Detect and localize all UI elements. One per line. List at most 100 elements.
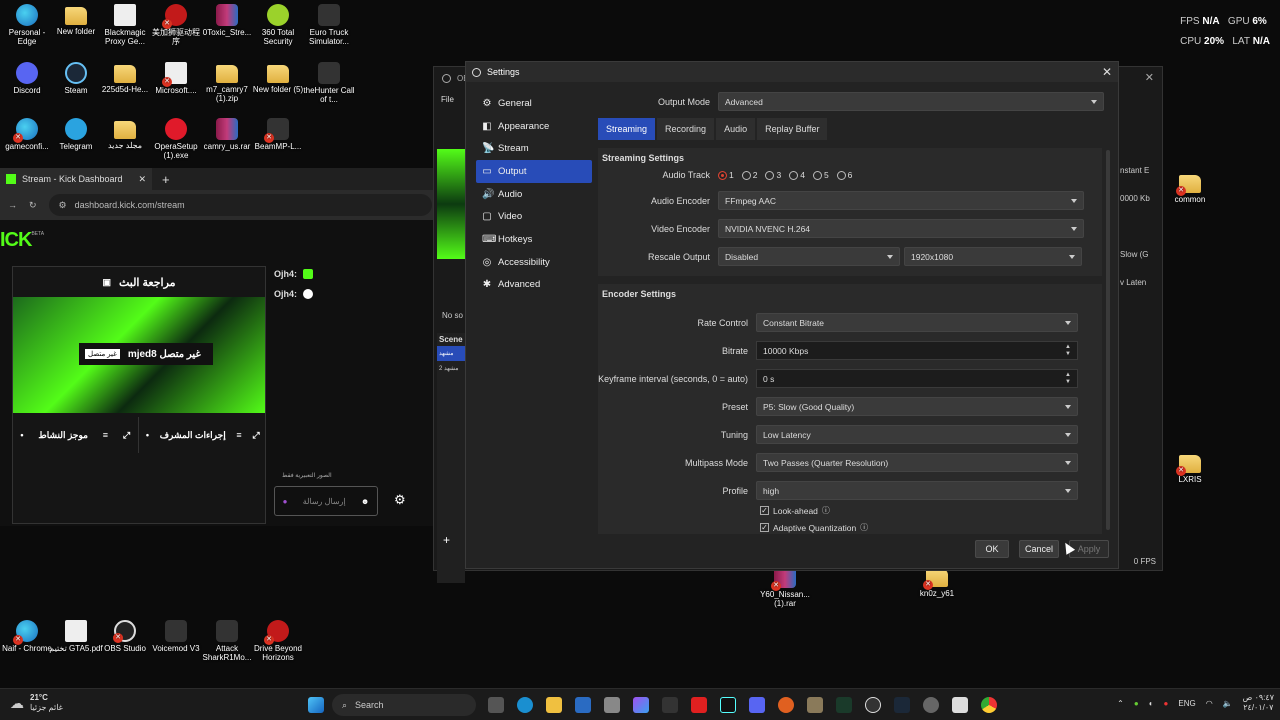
tiktok-icon[interactable]	[720, 697, 736, 713]
video-encoder-select[interactable]: NVIDIA NVENC H.264	[718, 219, 1084, 238]
tab-audio[interactable]: Audio	[716, 118, 756, 140]
copilot-icon[interactable]	[633, 697, 649, 713]
reload-icon[interactable]: ↻	[29, 200, 37, 211]
tray-app-icon[interactable]: ◐	[1149, 699, 1154, 708]
tuning-select[interactable]: Low Latency	[756, 425, 1078, 444]
desktop-icon[interactable]: camry_us.rar	[200, 118, 254, 151]
activity-feed-panel[interactable]: • موجز النشاط ≡ ⤢	[13, 417, 139, 453]
task-view-icon[interactable]	[488, 697, 504, 713]
edge-icon[interactable]	[517, 697, 533, 713]
emoji-icon[interactable]: ☻	[361, 497, 369, 506]
desktop-icon[interactable]: Drive Beyond Horizons	[251, 620, 305, 662]
desktop-icon[interactable]: OBS Studio	[98, 620, 152, 653]
profile-select[interactable]: high	[756, 481, 1078, 500]
settings-nav-audio[interactable]: 🔊 Audio	[476, 183, 592, 206]
lookahead-checkbox[interactable]: ✓ Look-ahead ⓘ	[760, 505, 830, 516]
desktop-icon[interactable]: New folder	[49, 4, 103, 36]
obs-icon[interactable]	[865, 697, 881, 713]
desktop-icon[interactable]: New folder (5)	[251, 62, 305, 94]
spin-arrows-icon[interactable]: ▲ ▼	[1065, 372, 1071, 386]
bitrate-spinbox[interactable]: 10000 Kbps ▲ ▼	[756, 341, 1078, 360]
checkbox-checked-icon[interactable]: ✓	[760, 523, 769, 532]
store-icon[interactable]	[575, 697, 591, 713]
add-scene-button[interactable]: +	[443, 533, 450, 547]
youtube-icon[interactable]	[691, 697, 707, 713]
multipass-select[interactable]: Two Passes (Quarter Resolution)	[756, 453, 1078, 472]
keyframe-spinbox[interactable]: 0 s ▲ ▼	[756, 369, 1078, 388]
output-mode-select[interactable]: Advanced	[718, 92, 1104, 111]
browser-tab[interactable]: Stream - Kick Dashboard ✕	[0, 168, 152, 190]
file-explorer-icon[interactable]	[546, 697, 562, 713]
notepad-icon[interactable]	[952, 697, 968, 713]
new-tab-button[interactable]: +	[162, 172, 170, 187]
radio-icon[interactable]	[741, 170, 751, 180]
desktop-icon[interactable]: Personal - Edge	[0, 4, 54, 46]
radio-icon[interactable]	[789, 170, 799, 180]
settings-nav-advanced[interactable]: ✱ Advanced	[476, 274, 592, 297]
radio-selected-icon[interactable]	[718, 170, 727, 180]
app-icon[interactable]	[604, 697, 620, 713]
desktop-icon[interactable]: Blackmagic Proxy Ge...	[98, 4, 152, 46]
chrome-icon[interactable]	[981, 697, 997, 713]
desktop-icon[interactable]: Discord	[0, 62, 54, 95]
audio-track-radio[interactable]: 1	[718, 170, 734, 180]
voicemod-icon[interactable]	[836, 697, 852, 713]
audio-track-radio[interactable]: 6	[836, 170, 852, 180]
kick-logo[interactable]: ICK	[0, 229, 32, 252]
settings-nav-output[interactable]: ▭ Output	[476, 160, 592, 183]
rate-control-select[interactable]: Constant Bitrate	[756, 313, 1078, 332]
desktop-icon[interactable]: Microsoft....	[149, 62, 203, 95]
desktop-icon[interactable]: Telegram	[49, 118, 103, 151]
desktop-icon[interactable]: مجلد جديد	[98, 118, 152, 150]
desktop-icon[interactable]: Voicemod V3	[149, 620, 203, 653]
radio-icon[interactable]	[765, 170, 775, 180]
radio-icon[interactable]	[836, 170, 846, 180]
mod-actions-panel[interactable]: • إجراءات المشرف ≡ ⤢	[141, 417, 266, 453]
tab-replay-buffer[interactable]: Replay Buffer	[757, 118, 828, 140]
desktop-icon[interactable]: gameconfi...	[0, 118, 54, 151]
app-dots-icon[interactable]	[778, 697, 794, 713]
desktop-icon[interactable]: common	[1163, 172, 1217, 204]
tab-streaming[interactable]: Streaming	[598, 118, 656, 140]
mic-icon[interactable]: ●	[283, 497, 288, 506]
desktop-icon[interactable]: 360 Total Security	[251, 4, 305, 46]
settings-nav-accessibility[interactable]: ◎ Accessibility	[476, 251, 592, 274]
clock[interactable]: ٠٩:٤٧ ص ٢٤/٠١/٠٧	[1243, 693, 1274, 713]
settings-nav-stream[interactable]: 📡 Stream	[476, 137, 592, 160]
volume-icon[interactable]: 🔈	[1223, 699, 1233, 708]
desktop-icon[interactable]: BeamMP-L...	[251, 118, 305, 151]
settings-nav-general[interactable]: ⚙ General	[476, 92, 592, 115]
chat-settings-icon[interactable]: ⚙	[394, 492, 406, 508]
rescale-output-select[interactable]: Disabled	[718, 247, 900, 266]
address-bar[interactable]: ⚙ dashboard.kick.com/stream	[48, 194, 432, 216]
desktop-icon[interactable]: OperaSetup (1).exe	[149, 118, 203, 160]
desktop-icon[interactable]: 225d5d-He...	[98, 62, 152, 94]
language-indicator[interactable]: ENG	[1178, 699, 1195, 708]
tray-app-icon[interactable]: ●	[1134, 699, 1139, 708]
audio-track-radio[interactable]: 3	[765, 170, 781, 180]
tray-app-icon[interactable]: ●	[1164, 699, 1169, 708]
discord-icon[interactable]	[749, 697, 765, 713]
rescale-resolution-select[interactable]: 1920x1080	[904, 247, 1082, 266]
start-icon[interactable]	[308, 697, 324, 713]
taskbar-search[interactable]: ⌕ Search	[332, 694, 476, 716]
tab-recording[interactable]: Recording	[657, 118, 715, 140]
desktop-icon[interactable]: Steam	[49, 62, 103, 95]
scene-item[interactable]: مشهد 2	[437, 361, 465, 376]
ok-button[interactable]: OK	[975, 540, 1009, 558]
forward-icon[interactable]: →	[8, 200, 17, 210]
cancel-button[interactable]: Cancel	[1019, 540, 1059, 558]
audio-track-radio[interactable]: 4	[789, 170, 805, 180]
desktop-icon[interactable]: Y60_Nissan... (1).rar	[758, 566, 812, 608]
audio-track-radio[interactable]: 5	[812, 170, 829, 180]
desktop-icon[interactable]: تختيم GTA5.pdf	[49, 620, 103, 653]
spin-arrows-icon[interactable]: ▲ ▼	[1065, 344, 1071, 358]
steam-icon[interactable]	[894, 697, 910, 713]
obs-close-icon[interactable]: ✕	[1145, 71, 1154, 84]
tab-close-icon[interactable]: ✕	[138, 174, 146, 185]
desktop-icon[interactable]: LXRIS	[1163, 452, 1217, 484]
site-info-icon[interactable]: ⚙	[59, 200, 67, 211]
adaptive-quantization-checkbox[interactable]: ✓ Adaptive Quantization ⓘ	[760, 522, 868, 533]
audio-encoder-select[interactable]: FFmpeg AAC	[718, 191, 1084, 210]
desktop-icon[interactable]: m7_camry7 (1).zip	[200, 62, 254, 103]
